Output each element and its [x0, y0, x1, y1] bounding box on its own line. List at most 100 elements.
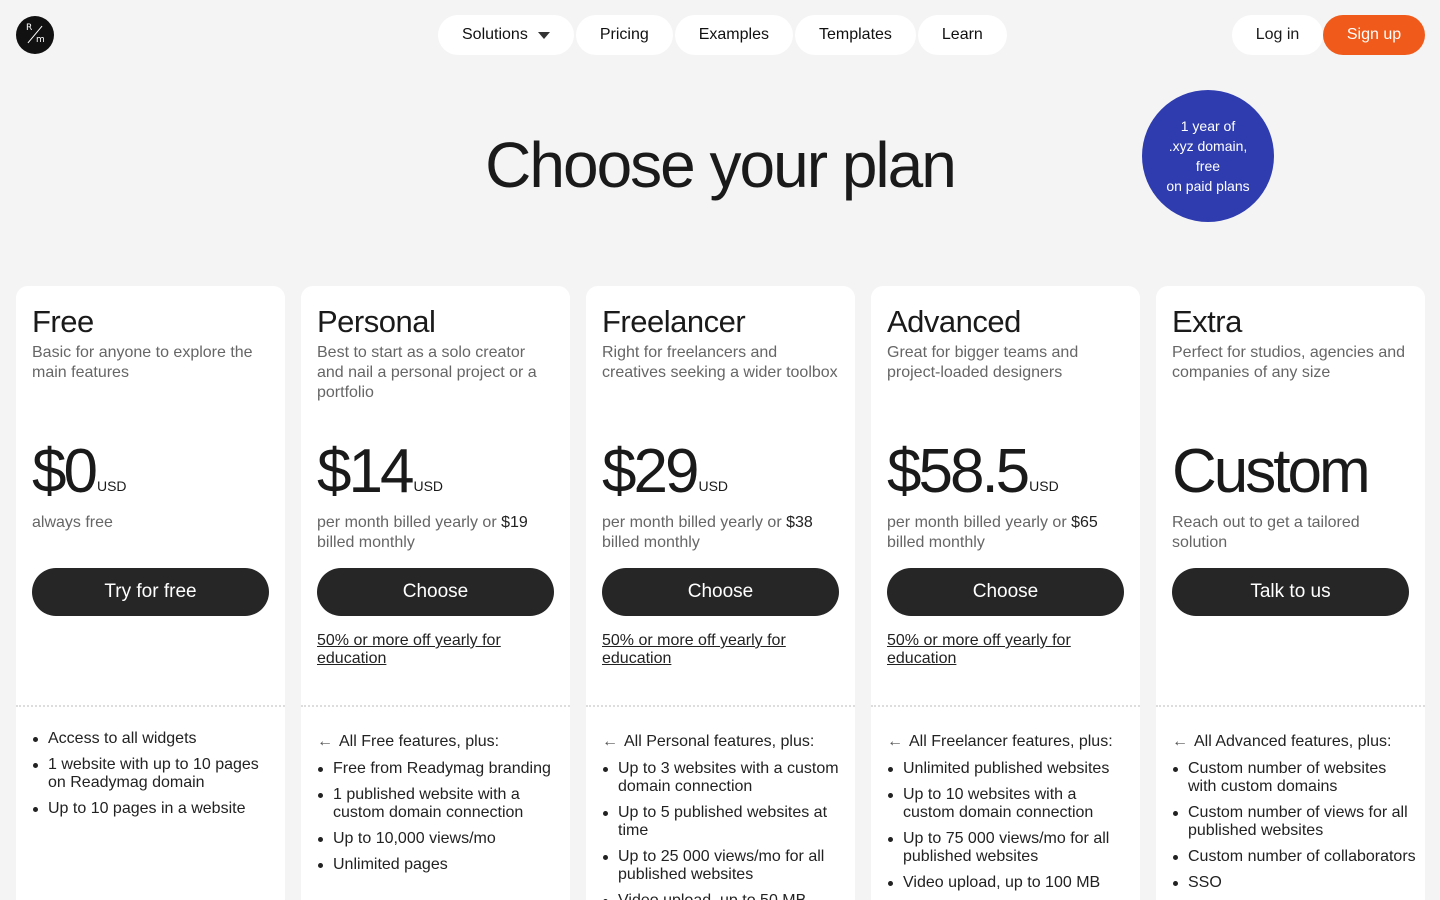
login-button[interactable]: Log in [1232, 15, 1323, 55]
plan-description: Right for freelancers and creatives seek… [602, 344, 838, 381]
promo-line-1: 1 year of [1180, 118, 1236, 134]
arrow-left-icon: ← [887, 733, 903, 750]
plan-currency: USD [96, 478, 127, 494]
list-item: Free from Readymag branding [318, 760, 561, 778]
list-item: Custom number of views for all published… [1173, 804, 1416, 840]
readymag-logo[interactable]: R m [16, 16, 54, 54]
choose-button[interactable]: Choose [602, 568, 839, 616]
feature-list: Up to 3 websites with a custom domain co… [603, 760, 846, 900]
list-item: Up to 3 websites with a custom domain co… [603, 760, 846, 796]
plan-price: Custom [1172, 437, 1371, 506]
card-divider [301, 705, 570, 707]
main-nav: Solutions Pricing Examples Templates Lea… [438, 15, 1007, 55]
monthly-price: $38 [786, 514, 813, 531]
plan-name: Extra [1172, 304, 1242, 339]
price-note-text: per month billed yearly or [887, 514, 1072, 531]
monthly-price: $19 [501, 514, 528, 531]
nav-pricing[interactable]: Pricing [575, 15, 673, 55]
plan-name: Personal [317, 304, 436, 339]
list-item: Unlimited pages [318, 856, 561, 874]
plan-price: $14 [317, 437, 414, 506]
features-heading: ← All Freelancer features, plus: [887, 733, 1113, 751]
list-item: Unlimited published websites [888, 760, 1131, 778]
price-row: $14 USD [317, 436, 443, 508]
card-divider [16, 705, 285, 707]
nav-examples[interactable]: Examples [674, 15, 793, 55]
price-note-suffix: billed monthly [887, 534, 985, 551]
signup-button[interactable]: Sign up [1323, 15, 1425, 55]
arrow-left-icon: ← [317, 733, 333, 750]
promo-line-2: .xyz domain, [1168, 138, 1248, 154]
plan-description: Best to start as a solo creator and nail… [317, 344, 537, 401]
list-item: Up to 75 000 views/mo for all published … [888, 830, 1131, 866]
nav-solutions[interactable]: Solutions [438, 15, 574, 55]
features-heading: ← All Personal features, plus: [602, 733, 814, 751]
nav-learn[interactable]: Learn [917, 15, 1007, 55]
monthly-price: $65 [1071, 514, 1098, 531]
promo-line-3: free [1195, 158, 1221, 174]
plan-card-extra: Extra Perfect for studios, agencies and … [1156, 286, 1425, 900]
education-discount-link[interactable]: 50% or more off yearly for education [887, 632, 1107, 668]
plan-card-advanced: Advanced Great for bigger teams and proj… [871, 286, 1140, 900]
price-row: $29 USD [602, 436, 728, 508]
feature-list: Access to all widgets 1 website with up … [33, 730, 276, 826]
feature-list: Unlimited published websites Up to 10 we… [888, 760, 1131, 900]
plan-price: $0 [32, 437, 98, 506]
price-note-suffix: billed monthly [317, 534, 415, 551]
list-item: Up to 5 published websites at time [603, 804, 846, 840]
list-item: Video upload, up to 50 MB [603, 892, 846, 900]
education-discount-link[interactable]: 50% or more off yearly for education [602, 632, 822, 668]
features-heading: ← All Advanced features, plus: [1172, 733, 1391, 751]
plan-name: Free [32, 304, 94, 339]
talk-to-us-button[interactable]: Talk to us [1172, 568, 1409, 616]
plan-card-freelancer: Freelancer Right for freelancers and cre… [586, 286, 855, 900]
arrow-left-icon: ← [1172, 733, 1188, 750]
promo-line-4: on paid plans [1166, 178, 1250, 194]
card-divider [1156, 705, 1425, 707]
nav-templates[interactable]: Templates [794, 15, 916, 55]
list-item: Up to 10 websites with a custom domain c… [888, 786, 1131, 822]
try-for-free-button[interactable]: Try for free [32, 568, 269, 616]
list-item: Custom number of collaborators [1173, 848, 1416, 865]
plan-description: Great for bigger teams and project-loade… [887, 344, 1079, 381]
plan-currency: USD [1029, 478, 1059, 494]
features-heading-label: All Free features, plus: [339, 733, 500, 750]
plan-name: Freelancer [602, 304, 746, 339]
list-item: Up to 10 pages in a website [33, 800, 276, 818]
choose-button[interactable]: Choose [887, 568, 1124, 616]
list-item: Video upload, up to 100 MB [888, 874, 1131, 892]
nav-solutions-label: Solutions [462, 26, 528, 43]
price-note: per month billed yearly or $19 billed mo… [317, 513, 555, 553]
price-note: per month billed yearly or $65 billed mo… [887, 513, 1125, 553]
list-item: Custom number of websites with custom do… [1173, 760, 1416, 796]
plan-currency: USD [698, 478, 729, 494]
list-item: SSO [1173, 874, 1416, 892]
list-item: Up to 25 000 views/mo for all published … [603, 848, 846, 884]
price-note: always free [32, 514, 113, 531]
chevron-down-icon [537, 31, 550, 39]
price-note: per month billed yearly or $38 billed mo… [602, 513, 840, 553]
list-item: Access to all widgets [33, 730, 276, 748]
features-heading: ← All Free features, plus: [317, 733, 499, 751]
list-item: Up to 10,000 views/mo [318, 830, 561, 848]
plan-price: $29 [602, 437, 699, 506]
feature-list: Custom number of websites with custom do… [1173, 760, 1416, 900]
card-divider [586, 705, 855, 707]
plan-cards: Free Basic for anyone to explore the mai… [16, 286, 1425, 900]
price-note-suffix: billed monthly [602, 534, 700, 551]
choose-button[interactable]: Choose [317, 568, 554, 616]
list-item: 1 website with up to 10 pages on Readyma… [33, 756, 276, 792]
price-note-text: per month billed yearly or [317, 514, 502, 531]
card-divider [871, 705, 1140, 707]
logo-letter-m: m [36, 35, 45, 45]
plan-currency: USD [413, 478, 444, 494]
domain-promo-badge: 1 year of .xyz domain, free on paid plan… [1142, 90, 1274, 222]
plan-name: Advanced [887, 304, 1021, 339]
features-heading-label: All Freelancer features, plus: [909, 733, 1113, 750]
price-row: $58.5 USD [887, 436, 1059, 508]
plan-price: $58.5 [887, 437, 1030, 506]
plan-description: Basic for anyone to explore the main fea… [32, 344, 253, 381]
education-discount-link[interactable]: 50% or more off yearly for education [317, 632, 537, 668]
plan-card-free: Free Basic for anyone to explore the mai… [16, 286, 285, 900]
price-row: $0 USD [32, 436, 127, 508]
